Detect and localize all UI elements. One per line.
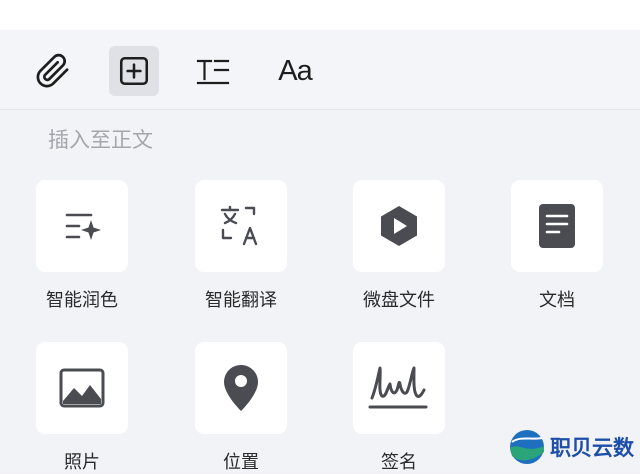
signature-label: 签名 <box>381 452 417 473</box>
font-label: Aa <box>278 54 312 87</box>
location-label: 位置 <box>223 452 259 473</box>
translate-tile[interactable] <box>195 180 287 272</box>
text-format-button[interactable] <box>188 46 238 96</box>
polish-tile[interactable] <box>36 180 128 272</box>
document-label: 文档 <box>539 290 575 311</box>
font-button[interactable]: Aa <box>270 46 320 96</box>
document-icon <box>539 204 575 248</box>
paperclip-icon <box>36 53 69 88</box>
translate-label: 智能翻译 <box>205 290 277 311</box>
signature-icon <box>368 366 428 409</box>
photo-tile[interactable] <box>36 342 128 434</box>
plus-square-icon <box>119 56 149 86</box>
watermark-text: 职贝云数 <box>550 436 634 460</box>
globe-logo-icon <box>510 430 544 464</box>
cloud-drive-label: 微盘文件 <box>363 290 435 311</box>
section-title: 插入至正文 <box>48 128 153 152</box>
translate-icon <box>220 205 258 246</box>
photo-label: 照片 <box>64 452 100 473</box>
cloud-drive-tile[interactable] <box>353 180 445 272</box>
location-pin-icon <box>224 365 258 411</box>
insert-button[interactable] <box>109 46 159 96</box>
photo-icon <box>59 368 105 408</box>
attachment-button[interactable] <box>28 46 78 96</box>
sparkle-text-icon <box>65 213 101 240</box>
location-tile[interactable] <box>195 342 287 434</box>
polish-label: 智能润色 <box>46 290 118 311</box>
document-tile[interactable] <box>511 180 603 272</box>
signature-tile[interactable] <box>353 342 445 434</box>
cloud-drive-icon <box>381 206 417 246</box>
top-strip <box>0 0 640 30</box>
text-format-icon <box>196 59 230 85</box>
editor-toolbar: Aa <box>0 30 640 110</box>
watermark: 职贝云数 <box>508 424 640 470</box>
